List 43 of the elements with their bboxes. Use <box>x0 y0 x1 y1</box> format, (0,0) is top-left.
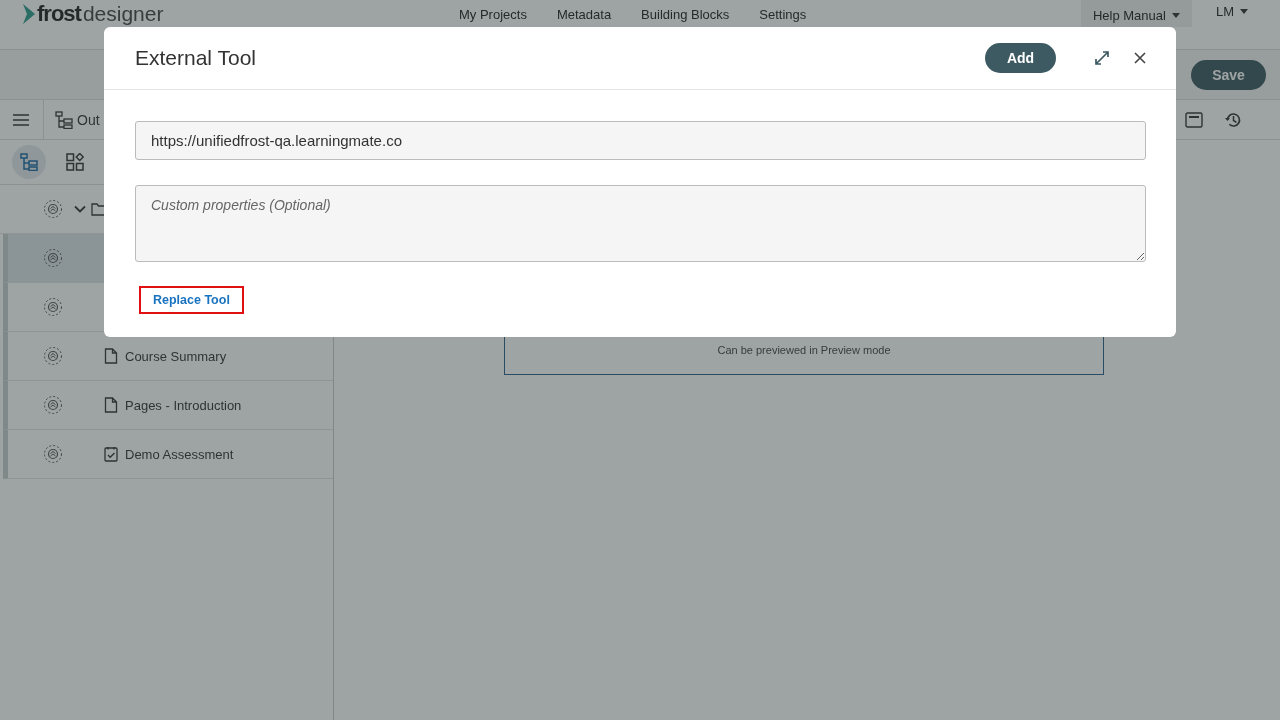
outline-label[interactable]: Out <box>77 111 100 128</box>
expand-icon[interactable] <box>1094 50 1110 66</box>
nav-link[interactable]: Building Blocks <box>641 7 730 22</box>
tree-icon <box>20 153 38 171</box>
target-icon[interactable] <box>43 297 63 317</box>
dialog-title: External Tool <box>135 46 257 70</box>
tree-row[interactable]: Pages - Introduction <box>3 381 333 430</box>
logo-text: designer <box>82 3 164 25</box>
add-button[interactable]: Add <box>985 43 1056 73</box>
document-icon <box>104 397 118 413</box>
nav-link[interactable]: Metadata <box>556 7 612 22</box>
tree-item-label: Pages - Introduction <box>125 397 242 413</box>
target-icon[interactable] <box>43 444 63 464</box>
tree-item-label: Demo Assessment <box>125 446 234 462</box>
chevron-down-icon[interactable] <box>74 203 86 215</box>
tree-row[interactable]: Demo Assessment <box>3 430 333 479</box>
history-icon[interactable] <box>1224 110 1242 129</box>
target-icon[interactable] <box>43 346 63 366</box>
blocks-icon <box>66 153 84 171</box>
logo-icon <box>22 3 36 25</box>
checkbox-document-icon <box>104 446 118 462</box>
nav-link[interactable]: My Projects <box>459 7 527 22</box>
target-icon[interactable] <box>43 248 63 268</box>
custom-properties-field[interactable]: Custom properties (Optional) <box>135 185 1146 262</box>
caret-icon <box>1240 9 1248 14</box>
logo-text: frost <box>37 3 81 25</box>
tree-view-tab[interactable] <box>12 145 46 179</box>
user-menu[interactable]: LM <box>1215 4 1248 19</box>
close-icon[interactable] <box>1134 52 1146 64</box>
nav-link[interactable]: Settings <box>759 7 807 22</box>
outline-icon[interactable] <box>55 110 73 129</box>
replace-tool-link[interactable]: Replace Tool <box>139 286 244 314</box>
menu-icon[interactable] <box>13 113 29 126</box>
target-icon[interactable] <box>43 199 63 219</box>
save-button[interactable]: Save <box>1191 59 1266 90</box>
tree-item-label: Course Summary <box>125 348 227 364</box>
panel-icon[interactable] <box>1185 111 1203 128</box>
target-icon[interactable] <box>43 395 63 415</box>
caret-icon <box>1171 13 1180 18</box>
preview-note: Can be previewed in Preview mode <box>717 344 891 356</box>
url-field[interactable]: https://unifiedfrost-qa.learningmate.co <box>135 121 1146 160</box>
help-manual-dropdown[interactable]: Help Manual <box>1080 0 1192 27</box>
document-icon <box>104 348 118 364</box>
